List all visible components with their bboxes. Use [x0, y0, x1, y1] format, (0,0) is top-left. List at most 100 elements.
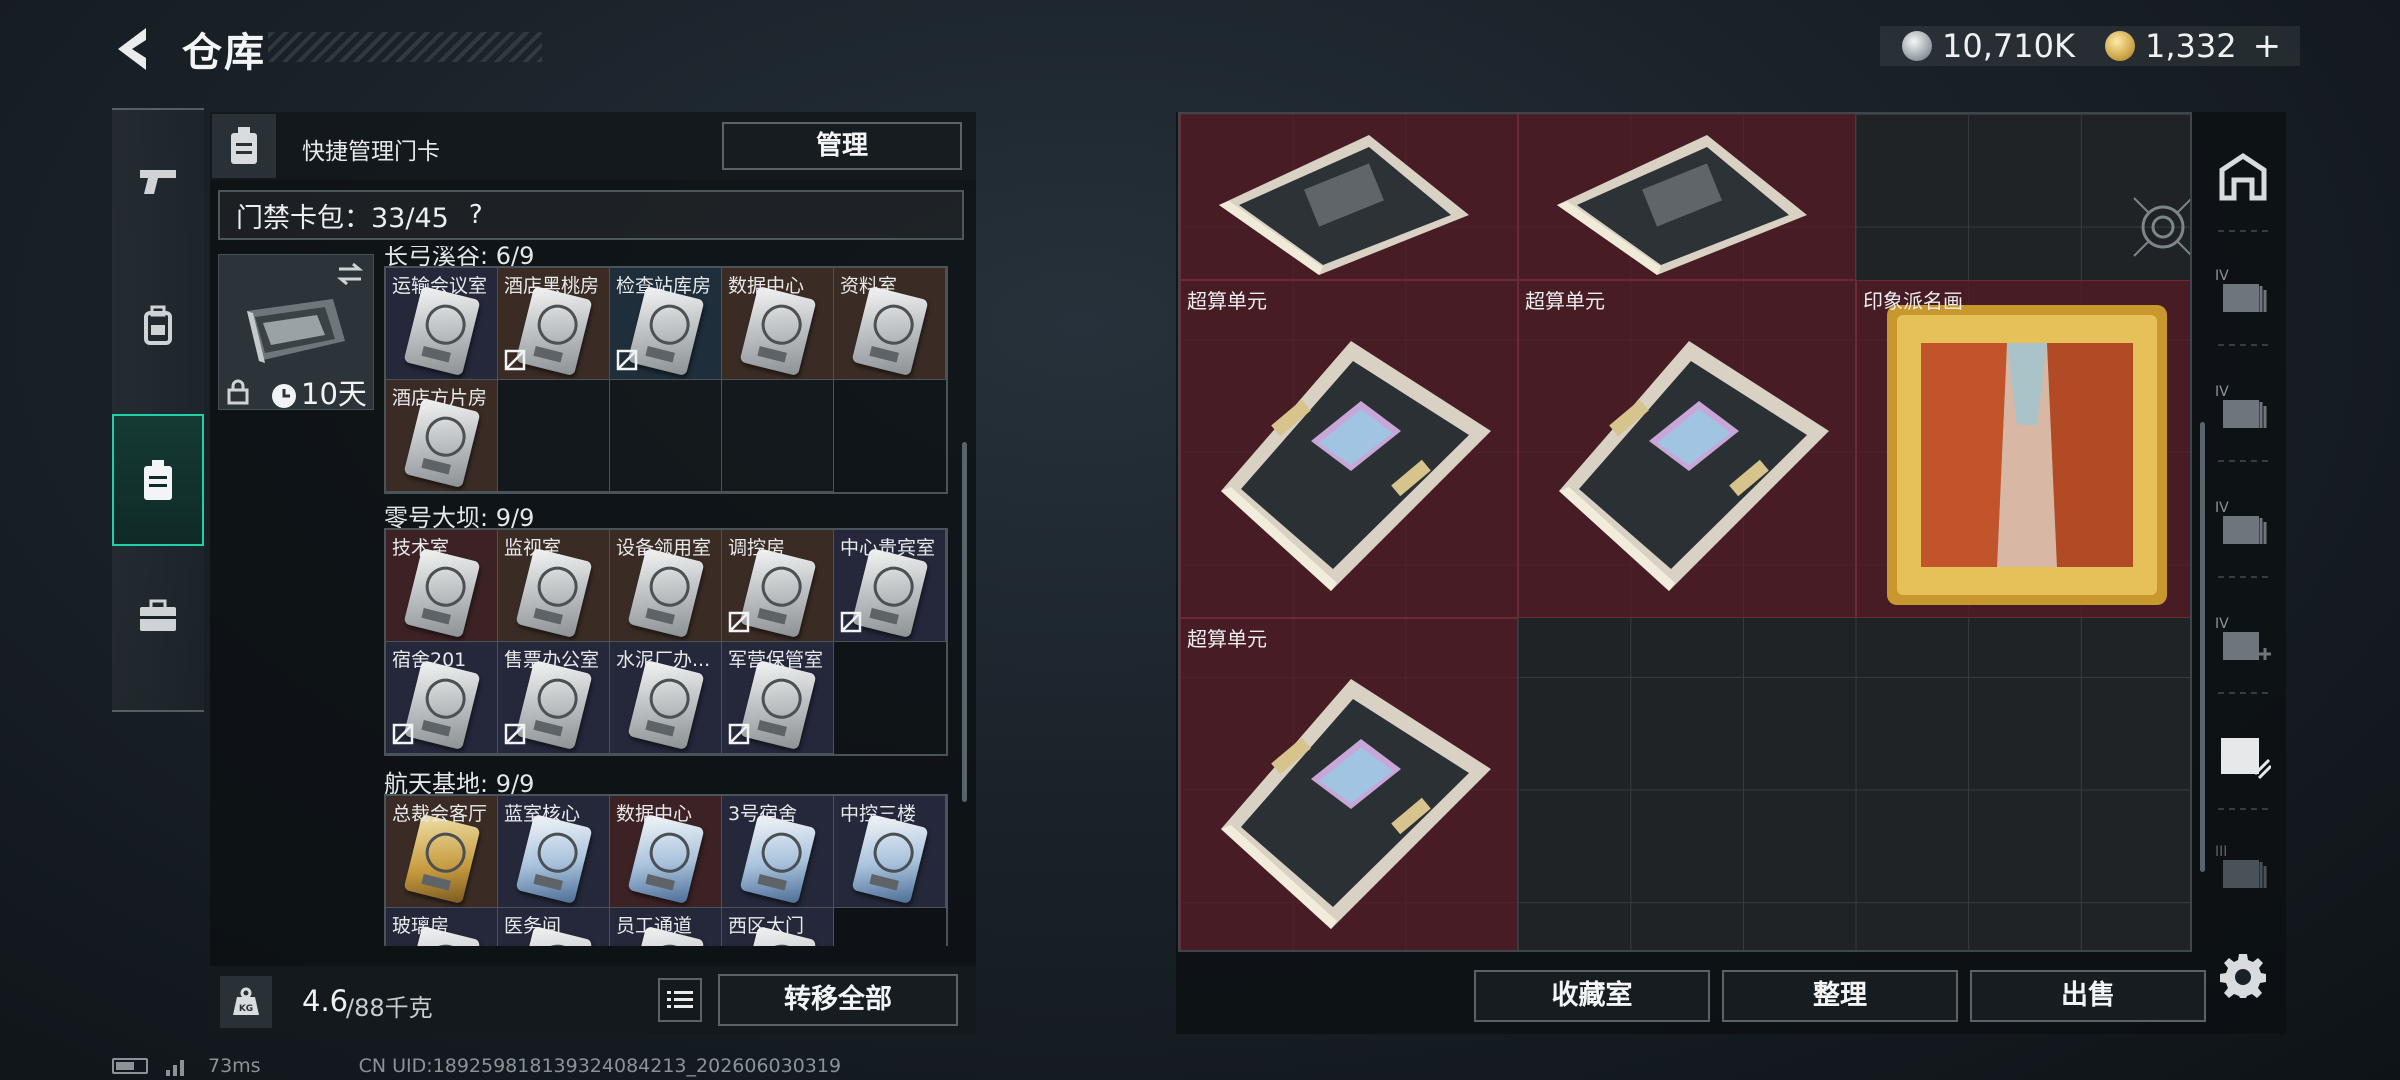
item-label: 超算单元: [1187, 289, 1267, 313]
cardpack-slot[interactable]: 10天: [218, 254, 374, 411]
storage-item-supercomputer[interactable]: 超算单元: [1518, 280, 1856, 618]
tab-stash-iv-3[interactable]: IV: [2200, 468, 2286, 578]
stash-tier-icon: IV: [2215, 500, 2267, 544]
keycard-grid: 总裁会客厅 蓝室核心 数据中心 3号宿舍 中控三楼玻璃房 医务间 员工通道 西区大门: [384, 794, 948, 946]
no-fee-icon: [504, 349, 526, 375]
keycard-slot[interactable]: 中心贵宾室: [834, 530, 946, 642]
stash-tier-icon: III: [2215, 844, 2267, 888]
cardpack-capacity-label: 门禁卡包：33/45: [236, 202, 449, 234]
transfer-all-button[interactable]: 转移全部: [718, 974, 958, 1026]
nav-case[interactable]: [112, 550, 204, 682]
storage-item-supercomputer[interactable]: 超算单元: [1180, 280, 1518, 618]
no-fee-icon: [392, 723, 414, 749]
supercomputer-unit-image: [1557, 135, 1807, 275]
manage-button[interactable]: 管理: [722, 122, 962, 170]
gold-currency-value: 1,332: [2144, 27, 2237, 65]
gear-icon[interactable]: [2220, 952, 2266, 998]
weight-kg-icon: KG: [233, 987, 259, 1015]
keycard-holder-icon: [144, 460, 172, 500]
stash-add-icon: IV: [2215, 616, 2271, 660]
tab-stash-iv-1[interactable]: IV: [2200, 236, 2286, 346]
keycard-holder-icon: [231, 127, 257, 164]
keycard-slot[interactable]: 3号宿舍: [722, 796, 834, 908]
keycard-slot[interactable]: 蓝室核心: [498, 796, 610, 908]
keycard-name: 资料室: [840, 275, 898, 297]
nav-keycards[interactable]: [112, 414, 204, 546]
supercomputer-unit-image: [1221, 341, 1491, 591]
svg-text:IV: IV: [2215, 384, 2229, 400]
nav-gear[interactable]: [112, 260, 204, 392]
pistol-icon: [140, 170, 176, 194]
keycard-image: [627, 659, 705, 751]
help-icon[interactable]: ?: [469, 200, 483, 230]
keycard-slot[interactable]: 员工通道: [610, 908, 722, 946]
keycard-slot[interactable]: 水泥厂办...: [610, 642, 722, 754]
keycard-name: 监视室: [504, 537, 562, 559]
keycard-panel: 快捷管理门卡 管理 门禁卡包：33/45 ? 10天 长弓溪谷: 6/9 运输会…: [210, 112, 976, 1034]
tab-stash-add[interactable]: IV: [2200, 584, 2286, 694]
cardpack-image: [247, 299, 345, 363]
keycard-slot[interactable]: 总裁会客厅: [386, 796, 498, 908]
keycard-scrollbar[interactable]: [962, 442, 967, 802]
keycard-slot[interactable]: 监视室: [498, 530, 610, 642]
empty-keycard-slot[interactable]: [610, 380, 722, 492]
keycard-slot[interactable]: 西区大门: [722, 908, 834, 946]
keycard-image: [403, 397, 481, 489]
empty-keycard-slot[interactable]: [498, 380, 610, 492]
storage-item[interactable]: [1518, 114, 1856, 280]
keycard-slot[interactable]: 售票办公室: [498, 642, 610, 754]
empty-keycard-slot[interactable]: [722, 380, 834, 492]
swap-icon[interactable]: [335, 261, 365, 287]
weight-max: /88千克: [346, 994, 433, 1022]
no-fee-icon: [840, 611, 862, 637]
keycard-image: [403, 547, 481, 639]
keycard-name: 医务间: [504, 915, 562, 937]
storage-grid[interactable]: 超算单元 超算单元 印象派名画 超算单元: [1178, 112, 2192, 952]
collection-room-button[interactable]: 收藏室: [1474, 970, 1710, 1022]
clock-icon: [272, 384, 296, 408]
keycard-list[interactable]: 10天 长弓溪谷: 6/9 运输会议室 酒店黑桃房 检查站库房 数据中心 资料室 酒店方片房…: [210, 246, 976, 946]
item-label: 超算单元: [1187, 627, 1267, 651]
add-currency-button[interactable]: +: [2253, 26, 2282, 66]
keycard-name: 中控三楼: [840, 803, 917, 825]
svg-text:IV: IV: [2215, 268, 2229, 284]
keycard-name: 3号宿舍: [728, 803, 798, 825]
tab-stash-iv-2[interactable]: IV: [2200, 352, 2286, 462]
impressionist-painting-image: [1887, 305, 2167, 605]
svg-text:KG: KG: [239, 1004, 253, 1014]
storage-item[interactable]: [1180, 114, 1518, 280]
nav-weapons[interactable]: [112, 116, 204, 248]
storage-tabs: IV IV IV IV III: [2200, 112, 2286, 952]
keycard-grid: 技术室 监视室 设备领用室 调控房 中心贵宾室宿舍201 售票办公室 水泥厂办... 军营保管…: [384, 528, 948, 756]
keycard-slot[interactable]: 检查站库房: [610, 268, 722, 380]
keycard-slot[interactable]: 军营保管室: [722, 642, 834, 754]
keycard-slot[interactable]: 资料室: [834, 268, 946, 380]
tab-stash-iii[interactable]: III: [2200, 812, 2286, 922]
silver-coin-icon: [1902, 31, 1932, 61]
keycard-slot[interactable]: 中控三楼: [834, 796, 946, 908]
keycard-slot[interactable]: 运输会议室: [386, 268, 498, 380]
keycard-slot[interactable]: 数据中心: [610, 796, 722, 908]
keycard-slot[interactable]: 酒店黑桃房: [498, 268, 610, 380]
keycard-slot[interactable]: 宿舍201: [386, 642, 498, 754]
keycard-image: [851, 813, 929, 905]
storage-item-painting[interactable]: 印象派名画: [1856, 280, 2190, 618]
keycard-slot[interactable]: 玻璃房: [386, 908, 498, 946]
keycard-slot[interactable]: 数据中心: [722, 268, 834, 380]
keycard-image: [515, 547, 593, 639]
keycard-slot[interactable]: 设备领用室: [610, 530, 722, 642]
sell-button[interactable]: 出售: [1970, 970, 2206, 1022]
keycard-slot[interactable]: 医务间: [498, 908, 610, 946]
tab-stash-special[interactable]: [2200, 700, 2286, 810]
list-view-button[interactable]: [658, 978, 702, 1022]
card-panel-header: 快捷管理门卡 管理: [210, 112, 976, 180]
svg-text:IV: IV: [2215, 616, 2229, 632]
keycard-slot[interactable]: 酒店方片房: [386, 380, 498, 492]
keycard-slot[interactable]: 调控房: [722, 530, 834, 642]
user-uid: CN UID:18925981813932408421​3_2026060303…: [358, 1055, 842, 1077]
storage-item-supercomputer[interactable]: 超算单元: [1180, 618, 1518, 950]
back-arrow-icon[interactable]: [110, 24, 156, 74]
sort-button[interactable]: 整理: [1722, 970, 1958, 1022]
tab-vault[interactable]: [2200, 122, 2286, 232]
keycard-slot[interactable]: 技术室: [386, 530, 498, 642]
